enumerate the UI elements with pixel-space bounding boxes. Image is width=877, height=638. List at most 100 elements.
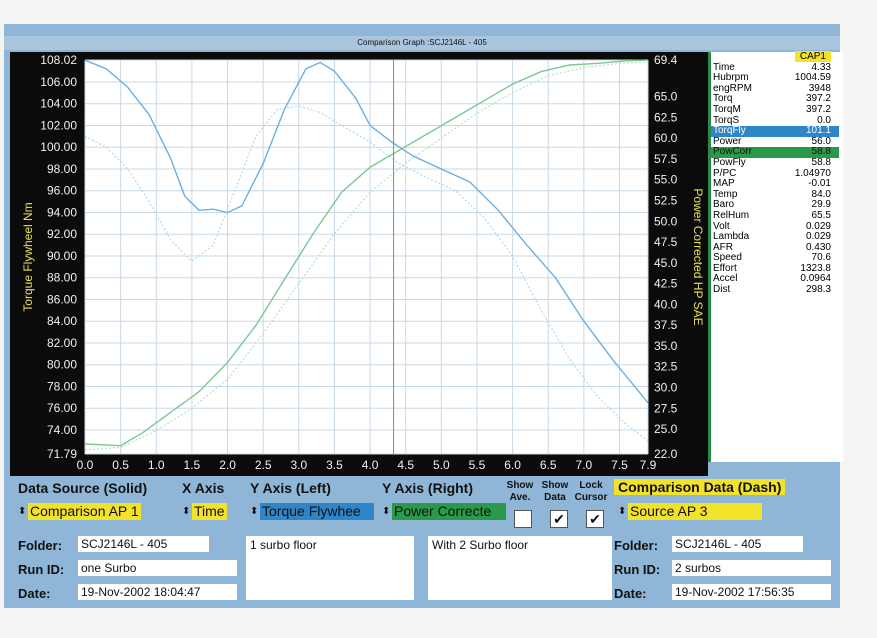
left-date-field[interactable]: 19-Nov-2002 18:04:47	[78, 584, 237, 600]
data-source-label: Data Source (Solid)	[18, 480, 148, 496]
cap-badge: CAP1	[794, 51, 831, 62]
y-left-tick-label: 71.79	[47, 447, 77, 461]
y-right-tick-label: 50.0	[654, 214, 678, 228]
x-axis-label: X Axis	[182, 480, 225, 496]
right-date-field[interactable]: 19-Nov-2002 17:56:35	[672, 584, 831, 600]
x-tick-label: 5.0	[433, 458, 450, 472]
y-left-tick-label: 74.00	[47, 423, 77, 437]
left-run-id-label: Run ID:	[18, 562, 65, 577]
left-folder-label: Folder:	[18, 538, 63, 553]
x-tick-label: 0.5	[112, 458, 129, 472]
data-source-select[interactable]: ⬍ Comparison AP 1	[18, 503, 178, 520]
y-right-tick-label: 57.5	[654, 152, 678, 166]
y-axis-left-select[interactable]: ⬍ Torque Flywhee	[250, 503, 376, 520]
right-run-id-label: Run ID:	[614, 562, 661, 577]
readout-label: TorqM	[713, 103, 741, 115]
readout-value: 58.8	[811, 156, 831, 168]
readout-label: PowFly	[713, 156, 746, 168]
readout-row: PowFly 58.8	[711, 156, 839, 169]
y-axis-right-label: Y Axis (Right)	[382, 480, 474, 496]
x-tick-label: 6.0	[504, 458, 521, 472]
readout-label: Dist	[713, 284, 731, 296]
control-panel: Data Source (Solid) X Axis Y Axis (Left)…	[10, 476, 840, 608]
y-left-tick-label: 104.00	[40, 97, 77, 111]
capture-readout-panel: CAP1 Time 4.33 Hubrpm 1004.59 engRPM 3948 Torq…	[708, 51, 843, 462]
y-left-tick-label: 92.00	[47, 227, 77, 241]
x-tick-label: 4.0	[362, 458, 379, 472]
y-left-tick-label: 76.00	[47, 401, 77, 415]
readout-row: TorqM 397.2	[711, 103, 839, 116]
y-left-tick-label: 106.00	[40, 75, 77, 89]
y-right-tick-label: 30.0	[654, 381, 678, 395]
comparison-source-select[interactable]: ⬍ Source AP 3	[618, 503, 768, 520]
left-date-label: Date:	[18, 586, 51, 601]
comparison-graph-window: Comparison Graph :SCJ2146L - 405 0.0 0.5 1…	[4, 24, 843, 608]
y-left-tick-label: 108.02	[40, 53, 77, 67]
readout-table: CAP1 Time 4.33 Hubrpm 1004.59 engRPM 3948 Torq…	[711, 51, 839, 296]
right-folder-field[interactable]: SCJ2146L - 405	[672, 536, 803, 552]
y-right-tick-label: 69.4	[654, 53, 678, 67]
y-right-tick-label: 52.5	[654, 193, 678, 207]
y-right-tick-label: 40.0	[654, 297, 678, 311]
y-left-axis-label: Torque Flywheel Nm	[21, 202, 35, 311]
y-right-tick-label: 60.0	[654, 131, 678, 145]
show-ave-checkbox[interactable]	[514, 510, 532, 528]
chart-svg: 0.0 0.5 1.0 1.5 2.0 2.5 3.0 3.5 4.0 4.5 5.0 5.5 6.0 6…	[21, 53, 705, 472]
right-notes[interactable]: With 2 Surbo floor	[428, 536, 612, 600]
y-right-tick-label: 25.0	[654, 422, 678, 436]
y-left-tick-label: 82.00	[47, 336, 77, 350]
x-tick-label: 1.0	[148, 458, 165, 472]
y-right-tick-label: 62.5	[654, 110, 678, 124]
left-notes[interactable]: 1 surbo floor	[246, 536, 414, 600]
readout-value: 65.5	[811, 209, 831, 221]
updown-arrow-icon: ⬍	[18, 506, 27, 517]
left-run-id-field[interactable]: one Surbo	[78, 560, 237, 576]
right-folder-label: Folder:	[614, 538, 659, 553]
readout-row: RelHum 65.5	[711, 209, 839, 222]
x-tick-label: 7.5	[611, 458, 628, 472]
readout-row: Dist 298.3	[711, 284, 839, 296]
y-left-tick-label: 102.00	[40, 118, 77, 132]
x-tick-label: 0.0	[77, 458, 94, 472]
show-ave-label: Show Ave.	[506, 480, 534, 503]
x-tick-label: 4.5	[397, 458, 414, 472]
y-axis-right-select[interactable]: ⬍ Power Correcte	[382, 503, 508, 520]
y-left-tick-label: 96.00	[47, 184, 77, 198]
x-tick-label: 5.5	[469, 458, 486, 472]
y-left-tick-label: 80.00	[47, 358, 77, 372]
readout-value: 397.2	[805, 103, 831, 115]
y-left-tick-label: 90.00	[47, 249, 77, 263]
right-run-id-field[interactable]: 2 surbos	[672, 560, 831, 576]
lock-cursor-checkbox[interactable]: ✔	[586, 510, 604, 528]
y-right-tick-label: 65.0	[654, 90, 678, 104]
y-right-axis-label: Power Corrected HP SAE	[691, 188, 705, 325]
y-right-tick-label: 47.5	[654, 235, 678, 249]
x-tick-label: 7.0	[576, 458, 593, 472]
x-tick-label: 2.0	[219, 458, 236, 472]
y-left-tick-label: 94.00	[47, 205, 77, 219]
x-axis-select[interactable]: ⬍ Time	[182, 503, 248, 520]
x-tick-label: 6.5	[540, 458, 557, 472]
updown-arrow-icon: ⬍	[182, 506, 191, 517]
window-title: Comparison Graph :SCJ2146L - 405	[4, 36, 840, 50]
y-right-tick-label: 22.0	[654, 447, 678, 461]
y-left-tick-label: 78.00	[47, 379, 77, 393]
y-right-tick-label: 55.0	[654, 173, 678, 187]
y-left-tick-label: 100.00	[40, 140, 77, 154]
updown-arrow-icon: ⬍	[382, 506, 391, 517]
x-tick-label: 3.5	[326, 458, 343, 472]
y-right-tick-label: 35.0	[654, 339, 678, 353]
y-right-tick-label: 42.5	[654, 277, 678, 291]
y-right-tick-label: 32.5	[654, 360, 678, 374]
y-left-tick-label: 98.00	[47, 162, 77, 176]
show-data-checkbox[interactable]: ✔	[550, 510, 568, 528]
left-folder-field[interactable]: SCJ2146L - 405	[78, 536, 209, 552]
readout-label: RelHum	[713, 209, 750, 221]
y-right-tick-label: 45.0	[654, 256, 678, 270]
updown-arrow-icon: ⬍	[250, 506, 259, 517]
y-right-tick-label: 27.5	[654, 401, 678, 415]
y-left-tick-label: 88.00	[47, 271, 77, 285]
y-left-tick-label: 86.00	[47, 292, 77, 306]
readout-value: 298.3	[805, 284, 831, 296]
comparison-graph[interactable]: 0.0 0.5 1.0 1.5 2.0 2.5 3.0 3.5 4.0 4.5 5.0 5.5 6.0 6…	[10, 52, 708, 476]
